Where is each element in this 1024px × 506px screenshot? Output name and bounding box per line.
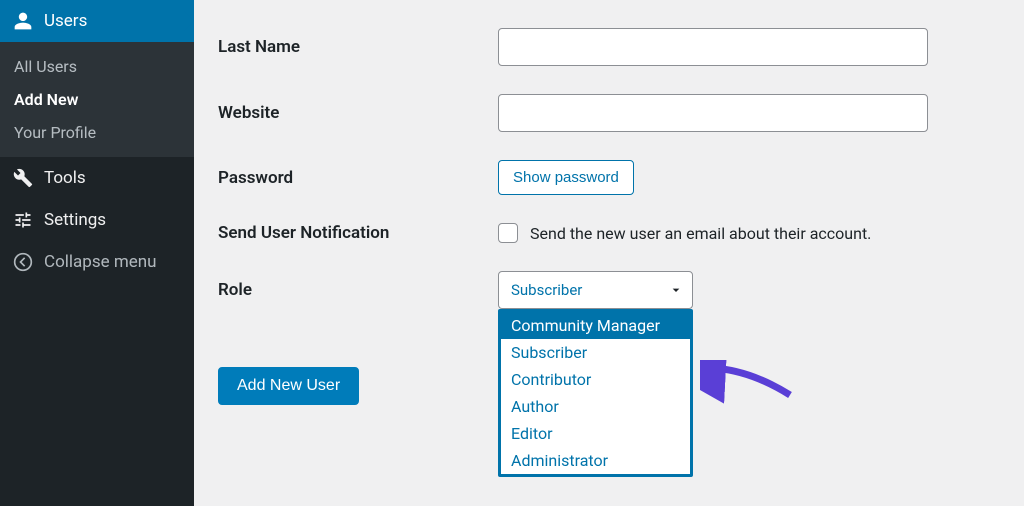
settings-icon xyxy=(12,209,34,231)
user-icon xyxy=(12,10,34,32)
sidebar-submenu-users: All Users Add New Your Profile xyxy=(0,42,194,157)
password-label: Password xyxy=(218,168,498,188)
role-option-editor[interactable]: Editor xyxy=(501,420,690,447)
show-password-button[interactable]: Show password xyxy=(498,160,634,195)
role-option-subscriber[interactable]: Subscriber xyxy=(501,339,690,366)
collapse-icon xyxy=(12,251,34,273)
form-row-role: Role Subscriber Community Manager Subscr… xyxy=(218,271,1000,309)
chevron-down-icon xyxy=(668,282,684,298)
website-input[interactable] xyxy=(498,94,928,132)
form-row-notify: Send User Notification Send the new user… xyxy=(218,223,1000,243)
sidebar-item-label: Settings xyxy=(44,210,106,230)
admin-sidebar: Users All Users Add New Your Profile Too… xyxy=(0,0,194,506)
website-label: Website xyxy=(218,103,498,123)
notify-checkbox[interactable] xyxy=(498,223,518,243)
role-select-wrap: Subscriber Community Manager Subscriber … xyxy=(498,271,693,309)
sidebar-subitem-all-users[interactable]: All Users xyxy=(0,50,194,83)
main-content: Last Name Website Password Show password… xyxy=(194,0,1024,506)
sidebar-subitem-add-new[interactable]: Add New xyxy=(0,83,194,116)
role-option-author[interactable]: Author xyxy=(501,393,690,420)
wrench-icon xyxy=(12,167,34,189)
role-select[interactable]: Subscriber xyxy=(498,271,693,309)
role-option-contributor[interactable]: Contributor xyxy=(501,366,690,393)
role-option-community-manager[interactable]: Community Manager xyxy=(501,312,690,339)
role-selected-value: Subscriber xyxy=(511,281,582,299)
sidebar-item-label: Users xyxy=(44,11,87,31)
role-option-administrator[interactable]: Administrator xyxy=(501,447,690,474)
sidebar-item-settings[interactable]: Settings xyxy=(0,199,194,241)
last-name-label: Last Name xyxy=(218,37,498,57)
notify-checkbox-label: Send the new user an email about their a… xyxy=(530,224,871,243)
role-dropdown: Community Manager Subscriber Contributor… xyxy=(498,309,693,477)
form-row-last-name: Last Name xyxy=(218,0,1000,66)
add-new-user-button[interactable]: Add New User xyxy=(218,367,359,405)
sidebar-item-label: Collapse menu xyxy=(44,252,157,272)
notify-label: Send User Notification xyxy=(218,223,498,243)
sidebar-item-collapse[interactable]: Collapse menu xyxy=(0,241,194,283)
role-label: Role xyxy=(218,280,498,300)
sidebar-item-users[interactable]: Users xyxy=(0,0,194,42)
form-row-website: Website xyxy=(218,94,1000,132)
form-row-password: Password Show password xyxy=(218,160,1000,195)
sidebar-item-label: Tools xyxy=(44,168,86,188)
sidebar-item-tools[interactable]: Tools xyxy=(0,157,194,199)
sidebar-subitem-your-profile[interactable]: Your Profile xyxy=(0,116,194,149)
last-name-input[interactable] xyxy=(498,28,928,66)
